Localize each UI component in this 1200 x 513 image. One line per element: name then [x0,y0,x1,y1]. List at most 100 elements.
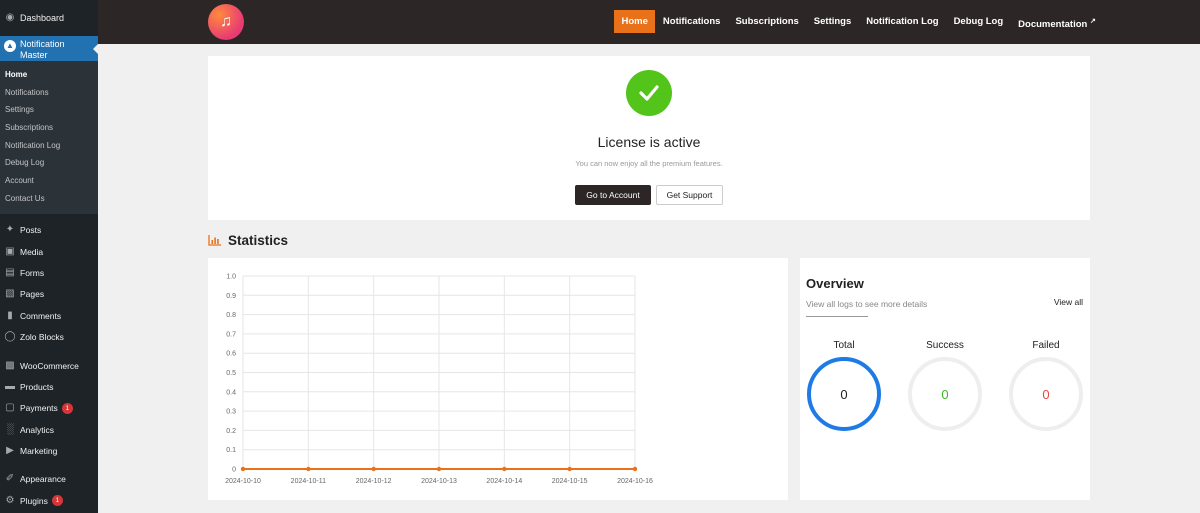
sidebar-item-marketing[interactable]: ▶ Marketing [0,440,98,461]
x-tick-label: 2024-10-13 [421,478,457,485]
sidebar-item-plugins[interactable]: ⚙ Plugins 1 [0,490,98,511]
sidebar-item-label: Dashboard [20,13,65,23]
sidebar-item-label: Zolo Blocks [20,332,64,343]
media-icon: ▣ [5,245,15,257]
sidebar-item-woocommerce[interactable]: ▩ WooCommerce [0,355,98,376]
current-menu-arrow [93,44,98,54]
license-title: License is active [597,134,701,150]
marketing-icon: ▶ [6,445,14,457]
y-tick-label: 0.2 [226,428,236,435]
analytics-icon: ░ [6,423,14,435]
get-support-button[interactable]: Get Support [656,185,723,205]
dashboard-icon: ◉ [5,12,15,23]
y-tick-label: 0 [232,467,236,474]
y-tick-label: 1.0 [226,274,236,281]
nav-subscriptions[interactable]: Subscriptions [728,10,806,33]
data-point [502,466,507,472]
stat-ring: 0 [908,357,982,431]
submenu-item-settings[interactable]: Settings [0,101,98,119]
sidebar-item-notification-master[interactable]: ▲ Notification Master [0,36,98,61]
x-tick-label: 2024-10-11 [291,478,326,485]
stat-ring: 0 [1009,357,1083,431]
divider [806,316,868,317]
overview-subtitle: View all logs to see more details [806,299,928,309]
license-subtitle: You can now enjoy all the premium featur… [575,159,723,168]
bell-icon: ▲ [4,40,16,52]
line-chart: 1.0 0.9 0.8 0.7 0.6 0.5 0.4 0.3 0.2 0.1 0 2024-10-1… [225,274,653,486]
sidebar-item-dashboard[interactable]: ◉ Dashboard [0,0,98,36]
submenu-item-home[interactable]: Home [0,66,98,84]
nav-home[interactable]: Home [614,10,656,33]
sidebar-item-analytics[interactable]: ░ Analytics [0,419,98,440]
external-link-icon: ↗ [1089,18,1096,25]
sidebar-item-label: Pages [20,289,45,300]
x-tick-label: 2024-10-10 [225,478,261,485]
plugin-logo[interactable]: ♫ [208,4,244,40]
pin-icon: ✦ [5,224,15,236]
y-tick-label: 0.6 [226,351,236,358]
y-tick-label: 0.8 [226,312,236,319]
sidebar-item-products[interactable]: ▬ Products [0,376,98,397]
nav-documentation-label: Documentation [1018,19,1088,31]
sidebar-item-label: Appearance [20,474,66,485]
sidebar-item-media[interactable]: ▣ Media [0,241,98,262]
stat-failed: Failed 0 [1008,340,1084,431]
data-point [371,466,376,472]
sidebar-item-label: Media [20,246,44,257]
payments-icon: ▢ [5,402,15,414]
y-tick-label: 0.1 [226,447,236,454]
sidebar-item-label: Products [20,381,54,392]
overview-card: Overview View all logs to see more detai… [800,258,1090,500]
license-card: License is active You can now enjoy all … [208,56,1090,220]
submenu-item-account[interactable]: Account [0,172,98,190]
data-point [567,466,572,472]
sidebar-item-label: Comments [20,310,62,321]
nav-documentation[interactable]: Documentation ↗ [1011,10,1104,33]
nav-debug-log[interactable]: Debug Log [946,10,1011,33]
statistics-chart: 1.0 0.9 0.8 0.7 0.6 0.5 0.4 0.3 0.2 0.1 0 2024-10-1… [208,258,788,500]
plugin-icon: ⚙ [5,494,15,506]
stat-success: Success 0 [907,340,983,431]
nav-notification-log[interactable]: Notification Log [859,10,946,33]
data-point [240,466,246,472]
sidebar-item-appearance[interactable]: ✐ Appearance [0,469,98,490]
view-all-link[interactable]: View all [1054,297,1083,307]
sidebar-item-comments[interactable]: ▮ Comments [0,305,98,326]
sidebar-menu: ✦ Posts ▣ Media ▤ Forms ▧ Pages ▮ Comments ◯ Z… [0,214,98,512]
sidebar-item-posts[interactable]: ✦ Posts [0,220,98,241]
nav-settings[interactable]: Settings [806,10,858,33]
x-tick-label: 2024-10-15 [552,478,588,485]
stat-value: 0 [941,386,949,402]
statistics-title: Statistics [228,233,289,248]
submenu-item-notifications[interactable]: Notifications [0,84,98,102]
x-tick-label: 2024-10-16 [617,478,653,485]
sidebar-item-label: WooCommerce [20,360,79,371]
pages-icon: ▧ [5,288,15,300]
sidebar-item-payments[interactable]: ▢ Payments 1 [0,398,98,419]
zolo-icon: ◯ [4,331,16,343]
y-tick-label: 0.9 [226,293,236,300]
sidebar-item-forms[interactable]: ▤ Forms [0,262,98,283]
sidebar-item-zolo-blocks[interactable]: ◯ Zolo Blocks [0,326,98,347]
stat-ring: 0 [807,357,881,431]
sidebar-item-label: Posts [20,225,42,236]
data-point [632,466,638,472]
stat-label: Failed [1032,340,1060,351]
plugin-nav-links: Home Notifications Subscriptions Setting… [614,10,1103,33]
sidebar-item-label: Payments [20,403,58,414]
nav-notifications[interactable]: Notifications [655,10,728,33]
data-point [306,466,311,472]
statistics-heading: Statistics [208,233,288,248]
go-to-account-button[interactable]: Go to Account [575,185,651,205]
submenu-item-debug-log[interactable]: Debug Log [0,154,98,172]
submenu-item-subscriptions[interactable]: Subscriptions [0,119,98,137]
stat-value: 0 [1042,386,1050,402]
bell-icon: ♫ [220,13,232,30]
sidebar-item-label: Forms [20,267,45,278]
plugins-count-badge: 1 [51,495,63,507]
comment-icon: ▮ [7,309,13,321]
sidebar-item-label: Plugins [20,495,48,506]
sidebar-item-pages[interactable]: ▧ Pages [0,284,98,305]
submenu-item-contact-us[interactable]: Contact Us [0,190,98,208]
submenu-item-notification-log[interactable]: Notification Log [0,137,98,155]
